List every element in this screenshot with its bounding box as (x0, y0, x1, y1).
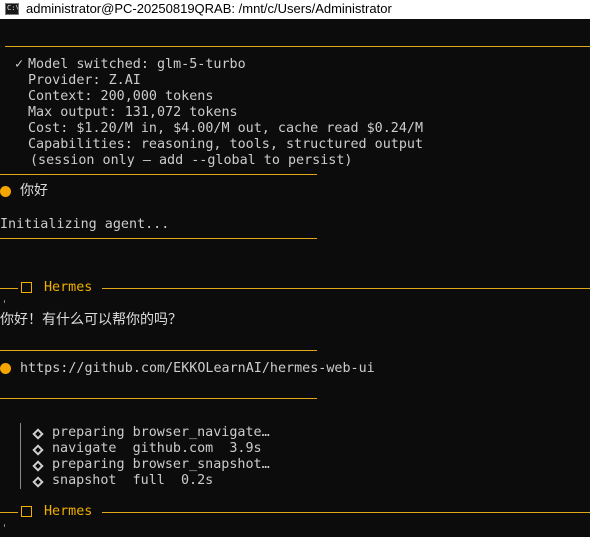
assistant-reply: 你好！有什么可以帮你的吗？ (0, 312, 182, 328)
tool-activity-bar (20, 423, 21, 489)
hermes-box-icon (21, 282, 32, 293)
tool-call-line: navigate github.com 3.9s (52, 441, 262, 456)
user-message: 你好 (20, 183, 48, 199)
top-divider (5, 46, 590, 47)
window-title: administrator@PC-20250819QRAB: /mnt/c/Us… (26, 1, 392, 16)
provider-line: Provider: Z.AI (28, 73, 141, 88)
capabilities-line: Capabilities: reasoning, tools, structur… (28, 137, 424, 152)
gutter-tick (4, 300, 5, 303)
hermes-header-label: Hermes (44, 504, 93, 519)
divider (0, 398, 317, 399)
console-icon[interactable]: C:\ (5, 3, 19, 15)
divider (0, 350, 317, 351)
divider (0, 174, 317, 175)
tool-call-line: snapshot full 0.2s (52, 473, 214, 488)
window-titlebar[interactable]: C:\ administrator@PC-20250819QRAB: /mnt/… (0, 0, 590, 19)
context-line: Context: 200,000 tokens (28, 89, 214, 104)
user-bullet-icon (0, 186, 11, 197)
terminal-area[interactable]: ✓ Model switched: glm-5-turbo Provider: … (0, 19, 590, 537)
session-note-line: (session only — add --global to persist) (30, 153, 353, 168)
tool-icon (32, 444, 44, 456)
tool-icon (32, 476, 44, 488)
hermes-box-icon (21, 506, 32, 517)
header-rule-left (0, 288, 18, 289)
init-status-line: Initializing agent... (0, 217, 170, 232)
header-rule-left (0, 512, 18, 513)
gutter-tick (4, 524, 5, 527)
cost-line: Cost: $1.20/M in, $4.00/M out, cache rea… (28, 121, 424, 136)
header-rule-right (102, 512, 590, 513)
tool-call-line: preparing browser_navigate… (52, 425, 270, 440)
tool-icon (32, 428, 44, 440)
user-message-url: https://github.com/EKKOLearnAI/hermes-we… (20, 361, 375, 376)
model-switched-line: Model switched: glm-5-turbo (28, 57, 246, 72)
divider (0, 238, 317, 239)
tool-call-line: preparing browser_snapshot… (52, 457, 270, 472)
header-rule-right (102, 288, 590, 289)
hermes-header-label: Hermes (44, 280, 93, 295)
user-bullet-icon (0, 363, 11, 374)
check-icon: ✓ (15, 57, 24, 72)
tool-icon (32, 460, 44, 472)
max-output-line: Max output: 131,072 tokens (28, 105, 238, 120)
